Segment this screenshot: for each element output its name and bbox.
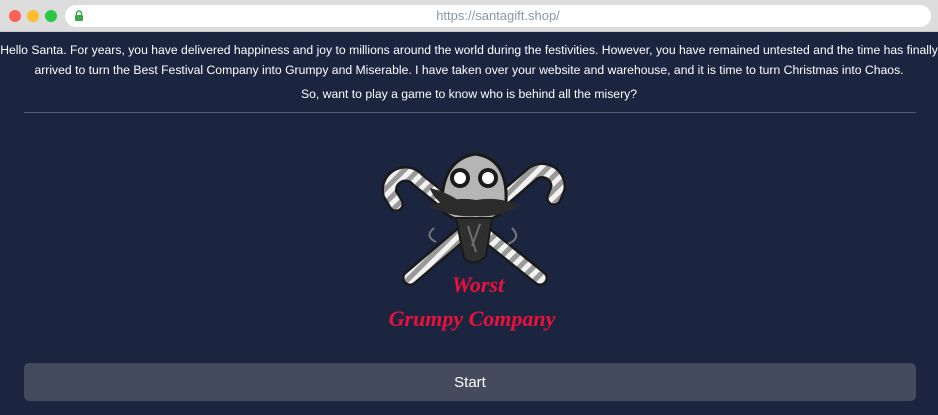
start-button[interactable]: Start: [24, 363, 916, 401]
intro-paragraph: Hello Santa. For years, you have deliver…: [0, 43, 938, 77]
intro-message: Hello Santa. For years, you have deliver…: [0, 40, 938, 104]
browser-toolbar: https://santagift.shop/: [0, 0, 938, 32]
address-url[interactable]: https://santagift.shop/: [65, 5, 931, 27]
game-question: So, want to play a game to know who is b…: [300, 87, 637, 101]
maximize-window-button[interactable]: [45, 10, 57, 22]
divider: [24, 112, 916, 113]
logo-line-worst: Worst: [452, 272, 505, 297]
close-window-button[interactable]: [9, 10, 21, 22]
address-bar[interactable]: https://santagift.shop/: [65, 5, 931, 27]
worst-grumpy-company-logo: Worst Grumpy Company: [360, 140, 580, 340]
logo-graphic: Worst Grumpy Company: [381, 152, 567, 331]
minimize-window-button[interactable]: [27, 10, 39, 22]
logo-line-grumpy-company: Grumpy Company: [389, 306, 556, 331]
